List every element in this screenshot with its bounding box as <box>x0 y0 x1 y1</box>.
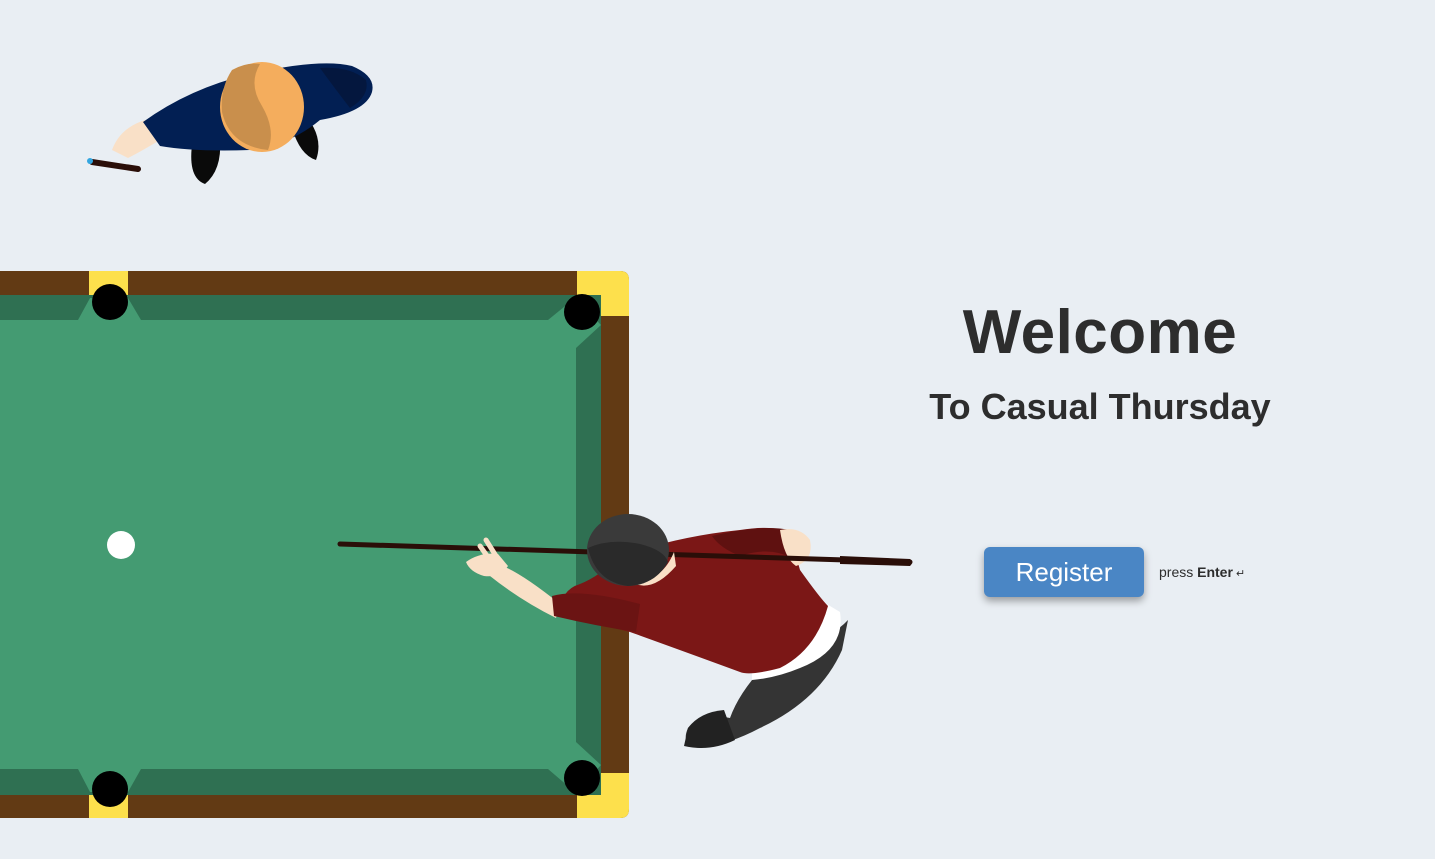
pocket-bottom-right <box>564 760 600 796</box>
enter-hint-prefix: press <box>1159 564 1194 580</box>
enter-key-icon: ↵ <box>1235 568 1246 580</box>
pool-table <box>0 271 629 818</box>
billiards-illustration <box>0 62 913 818</box>
welcome-panel: Welcome To Casual Thursday <box>880 290 1320 432</box>
register-button[interactable]: Register <box>984 547 1144 597</box>
welcome-title: Welcome <box>962 298 1238 367</box>
welcome-subtitle: To Casual Thursday <box>929 386 1271 427</box>
cue-ball-icon <box>107 531 135 559</box>
pocket-bottom-middle <box>92 771 128 807</box>
enter-hint-key: Enter <box>1197 564 1233 580</box>
enter-hint: press Enter ↵ <box>1159 564 1245 580</box>
welcome-screen: Welcome To Casual Thursday Register pres… <box>0 0 1435 859</box>
pocket-top-right <box>564 294 600 330</box>
opponent-player-illustration <box>87 62 373 184</box>
pocket-top-middle <box>92 284 128 320</box>
register-row: Register press Enter ↵ <box>984 547 1245 597</box>
